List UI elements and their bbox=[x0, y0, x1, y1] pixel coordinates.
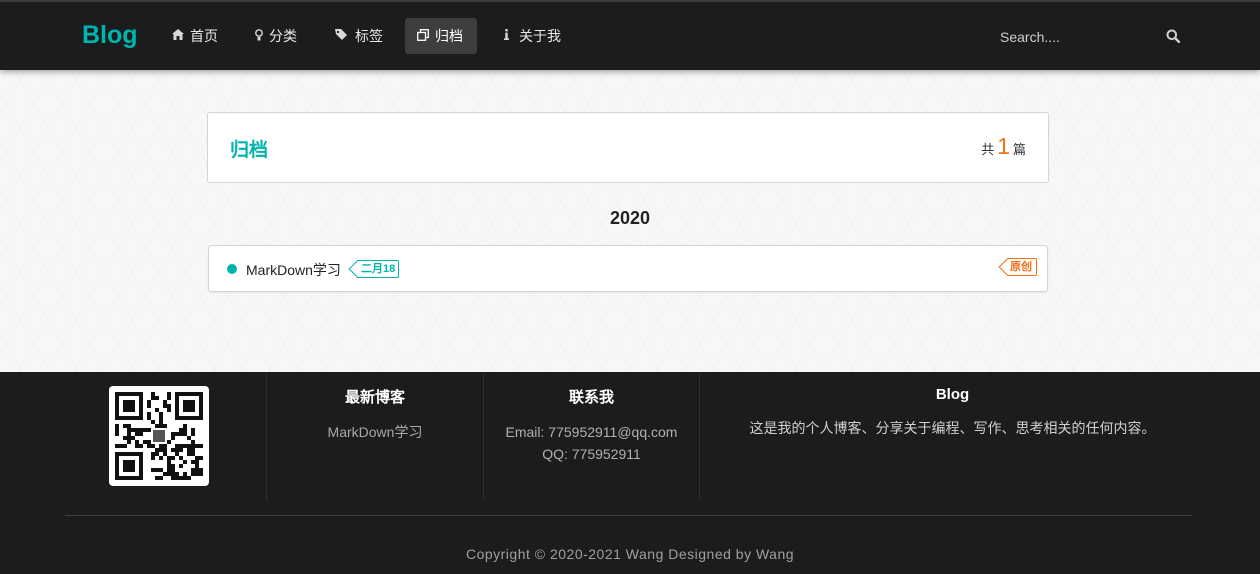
post-type-label: 原创 bbox=[1010, 261, 1032, 273]
footer-contact-column: 联系我 Email: 775952911@qq.com QQ: 77595291… bbox=[484, 386, 699, 465]
footer-qq: QQ: 775952911 bbox=[542, 446, 641, 462]
nav-item-label: 首页 bbox=[190, 28, 218, 44]
count-prefix: 共 bbox=[981, 142, 995, 157]
nav-item-archive[interactable]: 归档 bbox=[405, 18, 477, 54]
nav-item-label: 关于我 bbox=[519, 28, 561, 44]
footer-latest-link[interactable]: MarkDown学习 bbox=[267, 421, 483, 443]
site-footer: 最新博客 MarkDown学习 联系我 Email: 775952911@qq.… bbox=[0, 372, 1260, 574]
post-type-tag: 原创 bbox=[1007, 258, 1037, 276]
post-date-tag: 二月18 bbox=[357, 260, 400, 278]
count-number: 1 bbox=[997, 133, 1010, 159]
top-navbar: Blog 首页 分类 标签 归档 关于我 bbox=[0, 0, 1260, 70]
footer-about-text: 这是我的个人博客、分享关于编程、写作、思考相关的任何内容。 bbox=[749, 420, 1156, 436]
search-input[interactable] bbox=[990, 29, 1150, 45]
count-suffix: 篇 bbox=[1012, 142, 1026, 157]
nav-item-about[interactable]: 关于我 bbox=[492, 18, 573, 54]
footer-about-column: Blog 这是我的个人博客、分享关于编程、写作、思考相关的任何内容。 bbox=[700, 386, 1205, 439]
nav-item-category[interactable]: 分类 bbox=[243, 18, 309, 54]
footer-contact-title: 联系我 bbox=[568, 389, 614, 406]
bullet-dot bbox=[227, 264, 237, 274]
idea-icon bbox=[255, 28, 263, 44]
archive-header-card: 归档 共 1 篇 bbox=[207, 112, 1049, 183]
footer-email: Email: 775952911@qq.com bbox=[505, 424, 678, 440]
site-logo[interactable]: Blog bbox=[82, 21, 138, 50]
nav-item-label: 分类 bbox=[269, 28, 297, 44]
nav-item-label: 归档 bbox=[435, 28, 463, 44]
copyright-text: Copyright © 2020-2021 Wang Designed by W… bbox=[465, 546, 795, 562]
archive-year: 2020 bbox=[609, 208, 651, 228]
nav-item-home[interactable]: 首页 bbox=[160, 18, 230, 54]
tags-icon bbox=[335, 29, 349, 43]
post-count: 共 1 篇 bbox=[981, 133, 1026, 160]
search-icon[interactable] bbox=[1166, 29, 1181, 44]
nav-item-label: 标签 bbox=[355, 28, 383, 44]
footer-latest-column: 最新博客 MarkDown学习 bbox=[267, 386, 483, 443]
list-item[interactable]: MarkDown学习 二月18 原创 bbox=[208, 245, 1048, 292]
clone-icon bbox=[417, 28, 429, 44]
info-icon bbox=[504, 29, 509, 43]
home-icon bbox=[172, 29, 184, 43]
nav-item-tags[interactable]: 标签 bbox=[323, 18, 395, 54]
qr-code-image bbox=[109, 386, 209, 486]
footer-about-title: Blog bbox=[935, 386, 970, 403]
post-title-link[interactable]: MarkDown学习 bbox=[246, 260, 341, 280]
footer-divider-line bbox=[65, 515, 1192, 516]
footer-latest-title: 最新博客 bbox=[344, 389, 405, 406]
post-date-label: 二月18 bbox=[361, 263, 396, 275]
page-title: 归档 bbox=[230, 140, 269, 161]
search-box bbox=[990, 18, 1190, 56]
